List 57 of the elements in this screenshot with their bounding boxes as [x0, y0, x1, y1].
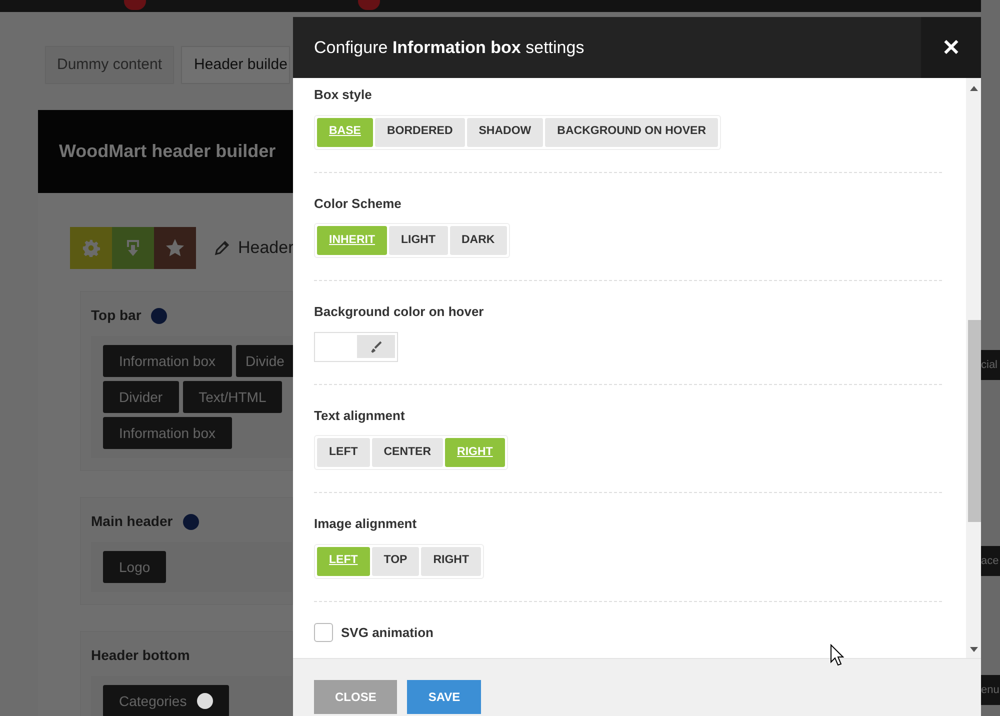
option-button[interactable]: SHADOW: [466, 118, 544, 146]
scroll-down-icon[interactable]: [970, 647, 978, 652]
color-picker[interactable]: [314, 332, 398, 362]
download-icon: [125, 239, 141, 257]
field-label: Box style: [314, 86, 373, 104]
element-chip[interactable]: Information box: [103, 345, 232, 377]
brush-icon: [370, 340, 382, 352]
checkbox-label: SVG animation: [341, 624, 434, 642]
option-button[interactable]: CENTER: [372, 438, 444, 467]
element-chip[interactable]: ace: [981, 546, 1000, 576]
gear-button[interactable]: [70, 227, 112, 269]
scrollbar[interactable]: [966, 78, 981, 658]
tab[interactable]: Dummy content: [45, 46, 174, 84]
row-title: Top bar: [91, 306, 142, 325]
star-button[interactable]: [154, 227, 196, 269]
option-button[interactable]: BACKGROUND ON HOVER: [545, 118, 718, 146]
element-chip[interactable]: cial: [981, 350, 1000, 380]
option-button[interactable]: RIGHT: [421, 546, 481, 576]
option-button[interactable]: INHERIT: [317, 226, 387, 255]
gear-icon: [82, 239, 100, 257]
chip-label: enu: [981, 682, 1000, 698]
option-button[interactable]: LEFT: [317, 438, 370, 467]
option-button[interactable]: RIGHT: [445, 438, 505, 467]
element-chip[interactable]: Divider: [103, 381, 179, 413]
star-icon: [165, 238, 185, 258]
save-button[interactable]: SAVE: [407, 680, 482, 714]
element-chip[interactable]: enu: [981, 675, 1000, 705]
option-button[interactable]: BORDERED: [374, 118, 465, 146]
scrollbar-thumb[interactable]: [968, 320, 981, 522]
chip-label: cial: [981, 358, 998, 373]
element-chip[interactable]: Logo: [103, 551, 166, 583]
close-button[interactable]: CLOSE: [314, 680, 398, 714]
download-button[interactable]: [112, 227, 154, 269]
element-chip[interactable]: Divide: [236, 345, 293, 377]
field-label: Text alignment: [314, 406, 406, 425]
row-title: Main header: [91, 512, 173, 531]
element-chip[interactable]: Information box: [103, 417, 232, 449]
modal-title: Configure Information box settings: [313, 36, 584, 59]
chip-label: ace: [981, 554, 999, 569]
element-chip[interactable]: Text/HTML: [182, 381, 282, 413]
field-label: Background color on hover: [314, 303, 485, 321]
close-button[interactable]: ✕: [921, 17, 981, 78]
row-title: Header bottom: [91, 646, 190, 665]
field-label: Color Scheme: [314, 194, 402, 212]
option-button[interactable]: DARK: [450, 226, 507, 255]
option-button[interactable]: LEFT: [317, 546, 370, 576]
checkbox[interactable]: [314, 622, 333, 642]
option-button[interactable]: TOP: [372, 546, 420, 576]
pencil-icon: [214, 240, 230, 256]
tab[interactable]: Header builde: [181, 46, 290, 84]
option-button[interactable]: LIGHT: [389, 226, 448, 255]
field-label: Image alignment: [314, 515, 418, 533]
cursor-icon: [830, 644, 844, 666]
scroll-up-icon[interactable]: [970, 86, 978, 91]
builder-title: WoodMart header builder: [59, 140, 276, 163]
option-button[interactable]: BASE: [317, 118, 373, 146]
element-chip[interactable]: Categories: [103, 685, 229, 716]
